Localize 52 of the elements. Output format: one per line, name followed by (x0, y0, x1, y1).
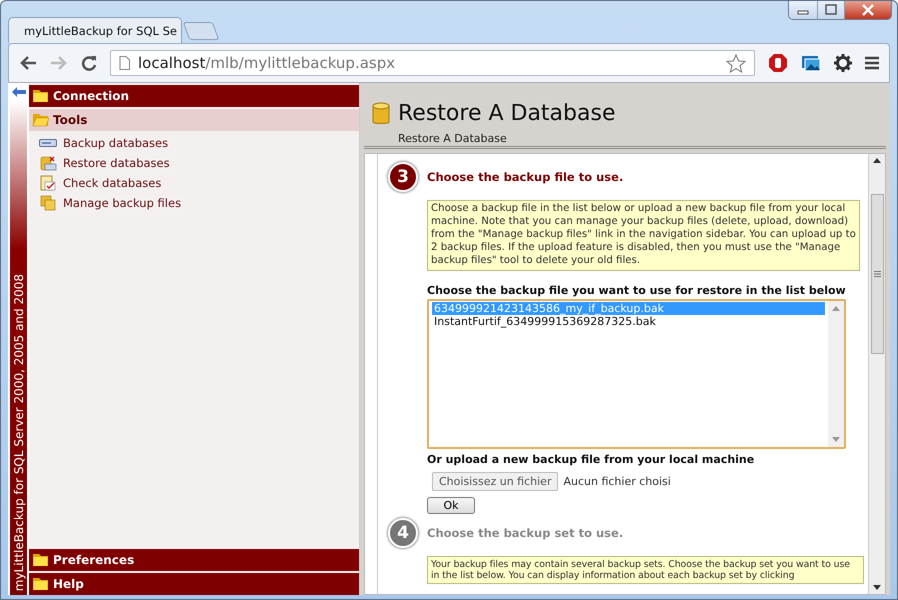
folder-icon (32, 113, 49, 127)
database-restore-icon (39, 155, 57, 171)
minimize-icon[interactable] (789, 1, 818, 19)
list-label: Choose the backup file you want to use for restore in the list below (427, 284, 847, 297)
step-number-badge: 4 (388, 518, 418, 548)
scrollbar[interactable] (869, 154, 885, 594)
nav-link[interactable]: Restore databases (39, 153, 359, 173)
step-number-badge: 3 (388, 162, 418, 192)
folder-icon (32, 89, 49, 103)
scroll-down-icon[interactable] (873, 585, 881, 590)
scroll-thumb[interactable] (870, 194, 884, 354)
file-list[interactable]: 634999921423143586_my_if_backup.bak InstantFurtif_634999915369287325.bak (427, 298, 846, 449)
section-header[interactable]: Preferences (29, 549, 359, 571)
info-note: Your backup files may contain several backup sets. Choose the backup set you want to use in the list below. You can display information about each backup set by clicking (427, 556, 864, 584)
choose-file-button[interactable]: Choisissez un fichier (432, 472, 558, 491)
section-header[interactable]: Help (29, 573, 359, 595)
ok-button[interactable]: Ok (427, 496, 475, 514)
section-header[interactable]: Connection (29, 85, 359, 107)
scroll-up-icon[interactable] (873, 158, 881, 163)
collapse-arrow-icon[interactable] (12, 87, 26, 97)
step-title: Choose the backup set to use. (427, 526, 624, 540)
grip-icon (874, 271, 880, 277)
nav-link[interactable]: Check databases (39, 173, 359, 193)
url-text: localhost/mlb/mylittlebackup.aspx (138, 54, 396, 72)
database-icon (372, 102, 390, 126)
close-icon[interactable] (845, 1, 891, 19)
address-bar[interactable]: localhost/mlb/mylittlebackup.aspx (110, 50, 755, 76)
info-note: Choose a backup file in the list below or upload a new backup file from your local machine. Note that you can manage your backup files (delete, upload, download) from the "Manage backup files" link in the navigation sidebar. You can upload up to 2 backup files. If the upload feature is disabled, then you must use the "Manage backup files" tool to delete your old files. (427, 200, 860, 271)
upload-label: Or upload a new backup file from your local machine (427, 452, 756, 466)
settings-icon[interactable] (834, 54, 852, 72)
nav-link[interactable]: Backup databases (39, 133, 359, 153)
breadcrumb: Restore A Database (397, 131, 508, 145)
folders-icon (39, 195, 57, 211)
file-status: Aucun fichier choisi (563, 474, 671, 488)
folder-icon (32, 577, 49, 591)
folder-icon (32, 553, 49, 567)
nav-link[interactable]: Manage backup files (39, 193, 359, 213)
step-title: Choose the backup file to use. (427, 170, 624, 184)
checklist-icon (39, 175, 57, 191)
back-icon[interactable] (19, 55, 37, 71)
drive-icon (39, 139, 57, 147)
brand-title: myLittleBackup for SQL Server 2000, 2005 and 2008 (12, 274, 26, 591)
maximize-icon[interactable] (818, 1, 845, 19)
star-icon[interactable] (726, 54, 746, 72)
picture-icon[interactable] (801, 53, 821, 73)
browser-tab[interactable]: myLittleBackup for SQL Se (8, 17, 182, 43)
reload-icon[interactable] (81, 55, 97, 71)
file-option[interactable]: InstantFurtif_634999915369287325.bak (432, 314, 825, 328)
page-icon (119, 56, 130, 70)
menu-icon[interactable] (865, 56, 879, 70)
section-header[interactable]: Tools (29, 109, 359, 131)
page-title: Restore A Database (398, 101, 616, 126)
